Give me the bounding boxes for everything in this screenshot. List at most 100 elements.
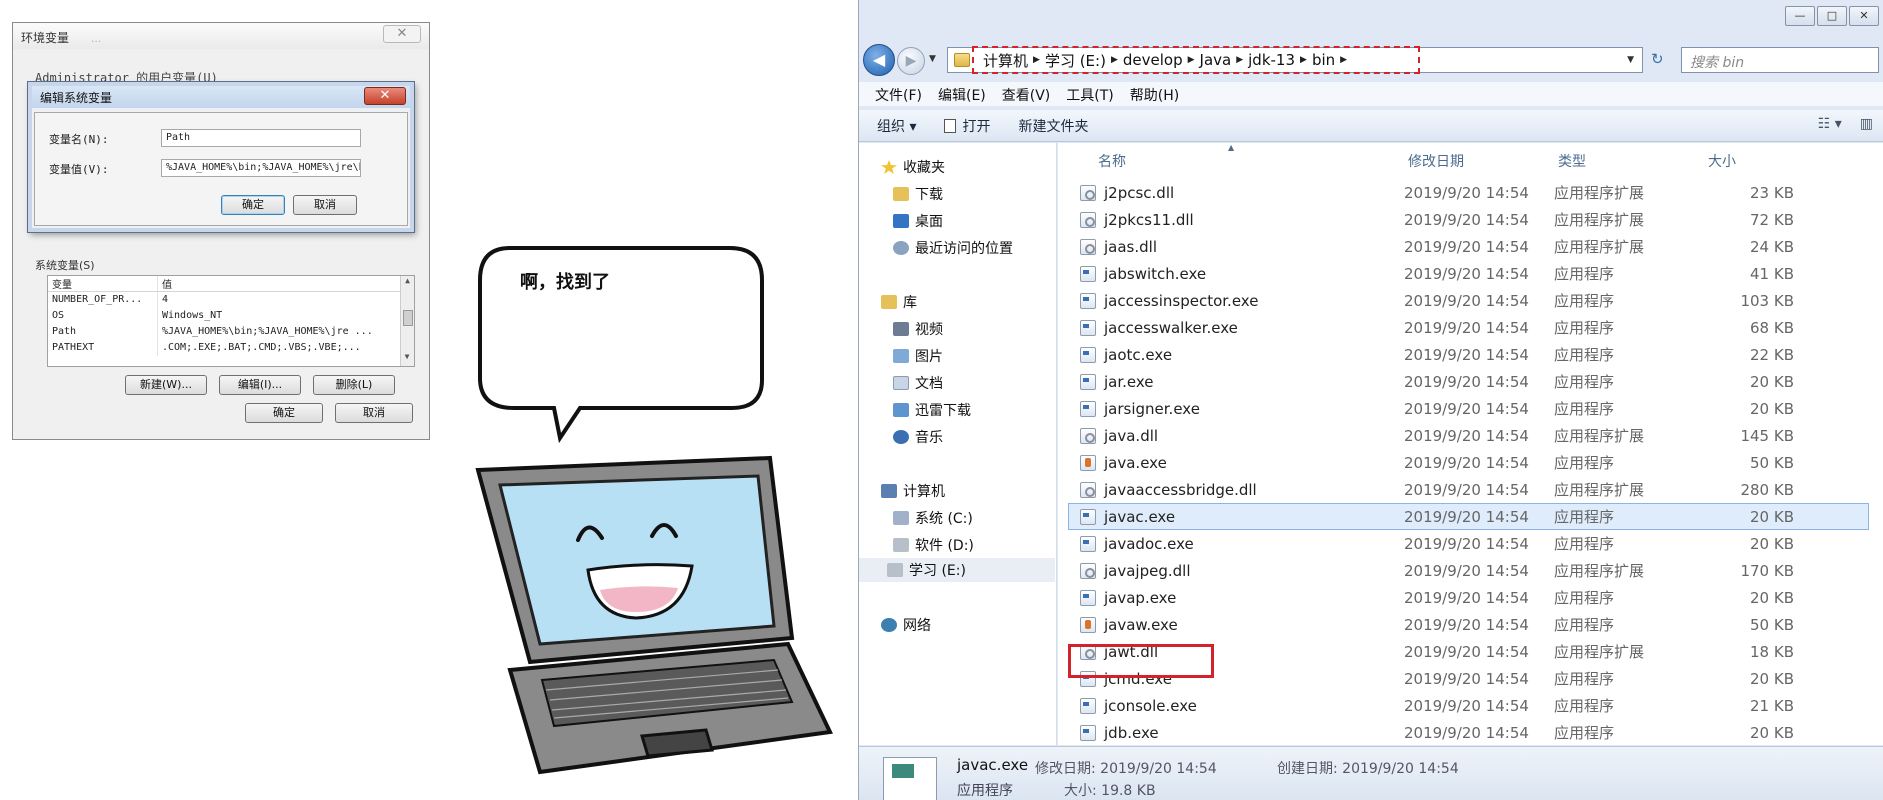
details-size: 大小: 19.8 KB [1064,783,1156,799]
file-row[interactable]: j2pkcs11.dll 2019/9/20 14:54 应用程序扩展 72 KB [1058,206,1883,233]
file-date: 2019/9/20 14:54 [1404,723,1529,742]
nav-drive-d[interactable]: 软件 (D:) [893,535,974,555]
var-value-field[interactable]: %JAVA_HOME%\bin;%JAVA_HOME%\jre\bin; [161,159,361,177]
file-row[interactable]: javaw.exe 2019/9/20 14:54 应用程序 50 KB [1058,611,1883,638]
refresh-icon[interactable]: ↻ [1651,50,1664,68]
crumb-separator-icon[interactable]: ▶ [1340,55,1347,65]
crumb-computer[interactable]: 计算机 [978,50,1033,71]
file-row[interactable]: javap.exe 2019/9/20 14:54 应用程序 20 KB [1058,584,1883,611]
nav-favorites[interactable]: 收藏夹 [881,157,945,177]
file-name: j2pcsc.dll [1104,183,1175,202]
address-history-dropdown[interactable]: ▼ [1627,55,1634,65]
menu-edit[interactable]: 编辑(E) [930,82,994,106]
nav-documents[interactable]: 文档 [893,373,943,393]
new-folder-button[interactable]: 新建文件夹 [1008,116,1098,136]
crumb-java[interactable]: Java [1195,51,1237,69]
nav-computer[interactable]: 计算机 [881,481,945,501]
env-dialog-close-button[interactable]: ✕ [383,25,421,43]
file-row[interactable]: javaaccessbridge.dll 2019/9/20 14:54 应用程序扩… [1058,476,1883,503]
speech-text: 啊，找到了 [520,271,610,293]
scroll-up-icon[interactable]: ▲ [401,276,414,290]
maximize-button[interactable]: □ [1817,6,1847,26]
crumb-separator-icon[interactable]: ▶ [1033,55,1040,65]
column-date[interactable]: 修改日期 [1388,143,1538,171]
nav-label: 视频 [915,322,943,338]
column-name[interactable]: 名称 ▲ [1058,143,1388,171]
address-bar[interactable]: 计算机 ▶ 学习 (E:) ▶ develop ▶ Java ▶ jdk-13 … [947,46,1643,74]
nav-xunlei[interactable]: 迅雷下载 [893,400,971,420]
menu-tools[interactable]: 工具(T) [1058,82,1121,106]
file-row[interactable]: jarsigner.exe 2019/9/20 14:54 应用程序 20 KB [1058,395,1883,422]
file-row[interactable]: jar.exe 2019/9/20 14:54 应用程序 20 KB [1058,368,1883,395]
crumb-jdk13[interactable]: jdk-13 [1243,51,1300,69]
nav-libraries[interactable]: 库 [881,292,917,312]
file-row[interactable]: jdb.exe 2019/9/20 14:54 应用程序 20 KB [1058,719,1883,746]
env-ok-button[interactable]: 确定 [245,403,323,423]
forward-button[interactable]: ▶ [897,47,925,75]
system-vars-table[interactable]: 变量 值 NUMBER_OF_PR... 4 OS Windows_NT Pat… [47,275,415,367]
scroll-down-icon[interactable]: ▼ [401,352,413,366]
table-row[interactable]: OS Windows_NT [48,308,414,324]
menu-file[interactable]: 文件(F) [867,82,930,106]
file-row[interactable]: j2pcsc.dll 2019/9/20 14:54 应用程序扩展 23 KB [1058,179,1883,206]
edit-var-button[interactable]: 编辑(I)... [219,375,301,395]
crumb-bin[interactable]: bin [1307,51,1340,69]
crumb-drive-e[interactable]: 学习 (E:) [1040,50,1111,71]
file-row[interactable]: jconsole.exe 2019/9/20 14:54 应用程序 21 KB [1058,692,1883,719]
menu-view[interactable]: 查看(V) [994,82,1059,106]
minimize-button[interactable]: — [1785,6,1815,26]
nav-pictures[interactable]: 图片 [893,346,943,366]
crumb-develop[interactable]: develop [1118,51,1188,69]
preview-pane-icon[interactable]: ▥ [1860,116,1873,132]
nav-downloads[interactable]: 下载 [893,184,943,204]
crumb-separator-icon[interactable]: ▶ [1236,55,1243,65]
nav-music[interactable]: 音乐 [893,427,943,447]
menu-help[interactable]: 帮助(H) [1122,82,1187,106]
view-options-icon[interactable]: ☷ ▾ [1818,116,1842,132]
organize-button[interactable]: 组织 ▾ [867,116,926,136]
delete-var-button[interactable]: 删除(L) [313,375,395,395]
scroll-thumb[interactable] [403,310,413,326]
nav-drive-c[interactable]: 系统 (C:) [893,508,973,528]
col-variable[interactable]: 变量 [48,276,158,291]
table-row[interactable]: Path %JAVA_HOME%\bin;%JAVA_HOME%\jre ... [48,324,414,340]
file-row[interactable]: java.exe 2019/9/20 14:54 应用程序 50 KB [1058,449,1883,476]
nav-videos[interactable]: 视频 [893,319,943,339]
var-value: .COM;.EXE;.BAT;.CMD;.VBS;.VBE;... [162,342,361,353]
file-row[interactable]: jaotc.exe 2019/9/20 14:54 应用程序 22 KB [1058,341,1883,368]
search-input[interactable]: 搜索 bin [1681,47,1879,73]
nav-desktop[interactable]: 桌面 [893,211,943,231]
column-size[interactable]: 大小 [1688,143,1808,171]
close-button[interactable]: ✕ [1849,6,1879,26]
column-type[interactable]: 类型 [1538,143,1688,171]
col-value[interactable]: 值 [158,276,398,291]
file-row[interactable]: jaccessinspector.exe 2019/9/20 14:54 应用程序 1… [1058,287,1883,314]
crumb-separator-icon[interactable]: ▶ [1188,55,1195,65]
file-row[interactable]: jabswitch.exe 2019/9/20 14:54 应用程序 41 KB [1058,260,1883,287]
file-row[interactable]: javadoc.exe 2019/9/20 14:54 应用程序 20 KB [1058,530,1883,557]
recent-pages-dropdown[interactable]: ▼ [929,54,936,64]
edit-dialog-close-button[interactable]: ✕ [364,87,406,105]
table-row[interactable]: PATHEXT .COM;.EXE;.BAT;.CMD;.VBS;.VBE;..… [48,340,414,356]
edit-ok-button[interactable]: 确定 [221,195,285,215]
file-size: 72 KB [1750,210,1794,229]
file-row[interactable]: javac.exe 2019/9/20 14:54 应用程序 20 KB [1068,503,1869,530]
new-var-button[interactable]: 新建(W)... [125,375,207,395]
crumb-separator-icon[interactable]: ▶ [1300,55,1307,65]
file-date: 2019/9/20 14:54 [1404,453,1529,472]
crumb-separator-icon[interactable]: ▶ [1111,55,1118,65]
table-row[interactable]: NUMBER_OF_PR... 4 [48,292,414,308]
nav-drive-e[interactable]: 学习 (E:) [859,558,1055,582]
nav-network[interactable]: 网络 [881,615,931,635]
env-cancel-button[interactable]: 取消 [335,403,413,423]
file-row[interactable]: javajpeg.dll 2019/9/20 14:54 应用程序扩展 170 KB [1058,557,1883,584]
file-row[interactable]: jaas.dll 2019/9/20 14:54 应用程序扩展 24 KB [1058,233,1883,260]
system-vars-scrollbar[interactable]: ▲ ▼ [400,276,414,366]
file-row[interactable]: jaccesswalker.exe 2019/9/20 14:54 应用程序 68 K… [1058,314,1883,341]
var-name-field[interactable]: Path [161,129,361,147]
file-row[interactable]: java.dll 2019/9/20 14:54 应用程序扩展 145 KB [1058,422,1883,449]
nav-recent[interactable]: 最近访问的位置 [893,238,1013,258]
edit-cancel-button[interactable]: 取消 [293,195,357,215]
open-button[interactable]: 打开 [934,116,1000,136]
back-button[interactable]: ◀ [863,44,895,76]
